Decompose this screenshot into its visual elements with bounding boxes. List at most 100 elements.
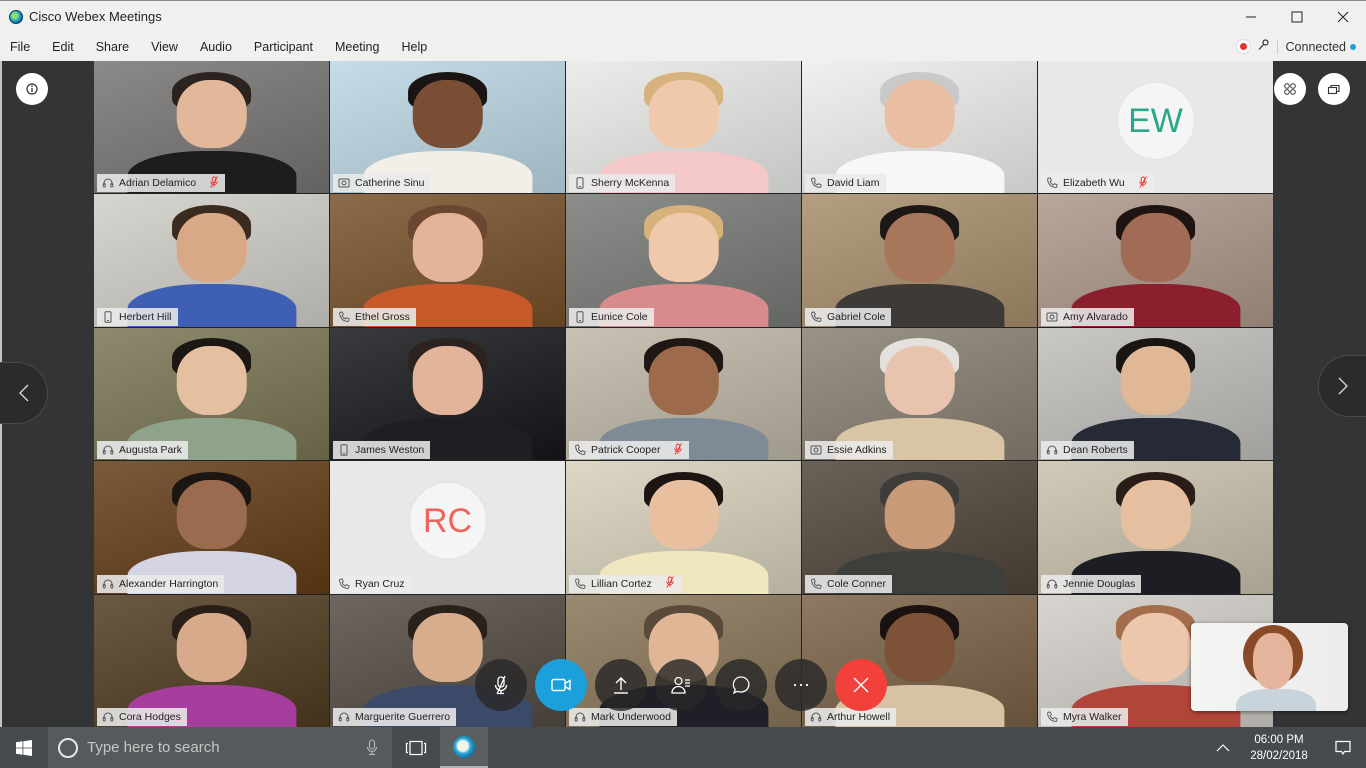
participant-tile[interactable]: James Weston (330, 327, 565, 461)
participant-tile[interactable]: Ethel Gross (330, 194, 565, 327)
participant-tile[interactable]: Dean Roberts (1038, 327, 1273, 461)
participant-name: Essie Adkins (827, 444, 887, 457)
menu-participant[interactable]: Participant (245, 40, 322, 54)
menu-meeting[interactable]: Meeting (326, 40, 388, 54)
participant-face (412, 613, 483, 682)
title-bar: Cisco Webex Meetings (0, 0, 1366, 32)
taskbar-webex-app[interactable] (440, 727, 488, 768)
participant-tile[interactable]: Essie Adkins (802, 327, 1037, 461)
microphone-icon[interactable] (366, 739, 378, 761)
menu-edit[interactable]: Edit (43, 40, 83, 54)
share-button[interactable] (595, 659, 647, 711)
participant-tile[interactable]: EW Elizabeth Wu (1038, 61, 1273, 194)
task-view-icon (405, 740, 427, 755)
participant-video-grid: Adrian Delamico Catherine Sinu Sherry McKe… (94, 61, 1273, 727)
start-button[interactable] (0, 727, 48, 768)
chat-button[interactable] (715, 659, 767, 711)
phone-icon (1045, 710, 1058, 723)
menu-help[interactable]: Help (392, 40, 436, 54)
webex-logo-icon (9, 9, 23, 24)
menu-bar: File Edit Share View Audio Participant M… (0, 32, 1366, 61)
participant-tile[interactable]: Catherine Sinu (330, 61, 565, 194)
participant-tile[interactable]: Amy Alvarado (1038, 194, 1273, 327)
self-view-preview[interactable] (1191, 623, 1348, 711)
task-view-button[interactable] (392, 727, 440, 768)
participant-tile[interactable]: Adrian Delamico (94, 61, 329, 194)
headset-icon (573, 710, 586, 723)
participant-tile[interactable]: Cora Hodges (94, 594, 329, 727)
video-camera-icon (1045, 310, 1058, 323)
participant-name-tag: Patrick Cooper (569, 441, 690, 460)
participant-name: Elizabeth Wu (1063, 177, 1125, 190)
search-input[interactable] (87, 739, 347, 756)
participant-tile[interactable]: Jennie Douglas (1038, 461, 1273, 594)
muted-microphone-icon (665, 576, 675, 591)
grid-view-icon (1284, 83, 1296, 95)
participant-name-tag: Gabriel Cole (805, 307, 892, 326)
menu-file[interactable]: File (0, 40, 39, 54)
menu-audio[interactable]: Audio (191, 40, 241, 54)
minimize-icon (1246, 16, 1256, 18)
participant-face (1120, 613, 1191, 682)
headset-icon (101, 444, 114, 457)
participant-tile[interactable]: Sherry McKenna (566, 61, 801, 194)
participant-tile[interactable]: Lillian Cortez (566, 461, 801, 594)
taskbar-clock[interactable]: 06:00 PM 28/02/2018 (1238, 732, 1320, 764)
participant-tile[interactable]: Patrick Cooper (566, 327, 801, 461)
layout-toggle-button[interactable] (1318, 73, 1350, 105)
phone-icon (1045, 177, 1058, 190)
participant-name: James Weston (355, 444, 425, 457)
participant-name: Jennie Douglas (1063, 577, 1136, 590)
participant-name: Ethel Gross (355, 310, 410, 323)
video-button[interactable] (535, 659, 587, 711)
key-icon[interactable] (1258, 39, 1269, 54)
menu-share[interactable]: Share (87, 40, 138, 54)
participant-name: Patrick Cooper (591, 444, 661, 457)
leave-meeting-button[interactable] (835, 659, 887, 711)
action-center-button[interactable] (1320, 740, 1366, 756)
phone-icon (573, 577, 586, 590)
connection-status: Connected (1285, 39, 1346, 54)
phone-icon (337, 310, 350, 323)
participant-name: Gabriel Cole (827, 310, 886, 323)
participant-name: Mark Underwood (591, 710, 671, 723)
participant-tile[interactable]: Augusta Park (94, 327, 329, 461)
participant-tile[interactable]: Alexander Harrington (94, 461, 329, 594)
participant-name-tag: Myra Walker (1041, 707, 1128, 726)
participants-button[interactable] (655, 659, 707, 711)
mobile-phone-icon (573, 177, 586, 190)
participant-face (884, 479, 955, 549)
system-tray: 06:00 PM 28/02/2018 (1208, 727, 1366, 768)
participants-list-icon (671, 676, 690, 694)
mute-button[interactable] (475, 659, 527, 711)
show-hidden-icons-button[interactable] (1208, 743, 1238, 752)
grid-view-button[interactable] (1274, 73, 1306, 105)
record-dot-icon[interactable] (1236, 40, 1250, 53)
participant-name-tag: Adrian Delamico (97, 174, 226, 193)
chevron-left-icon (18, 384, 28, 402)
self-view-body (1236, 689, 1316, 711)
participant-name: Sherry McKenna (591, 177, 670, 190)
menu-view[interactable]: View (142, 40, 187, 54)
more-options-button[interactable] (775, 659, 827, 711)
participant-tile[interactable]: Gabriel Cole (802, 194, 1037, 327)
participant-tile[interactable]: David Liam (802, 61, 1037, 194)
close-button[interactable] (1320, 1, 1366, 33)
maximize-button[interactable] (1274, 1, 1320, 33)
participant-tile[interactable]: RC Ryan Cruz (330, 461, 565, 594)
chevron-up-icon (1216, 743, 1230, 751)
minimize-button[interactable] (1228, 1, 1274, 33)
participant-name: Catherine Sinu (355, 177, 425, 190)
participant-tile[interactable]: Herbert Hill (94, 194, 329, 327)
participant-name: Alexander Harrington (119, 577, 219, 590)
participant-name-tag: Dean Roberts (1041, 441, 1134, 460)
participant-name-tag: David Liam (805, 174, 886, 193)
participant-tile[interactable]: Eunice Cole (566, 194, 801, 327)
meeting-info-button[interactable] (16, 73, 48, 105)
participant-face (176, 479, 247, 549)
taskbar-search[interactable] (48, 727, 392, 768)
participant-tile[interactable]: Cole Conner (802, 461, 1037, 594)
phone-icon (809, 577, 822, 590)
participant-name: Lillian Cortez (591, 577, 652, 590)
connection-indicator-icon (1350, 43, 1356, 50)
